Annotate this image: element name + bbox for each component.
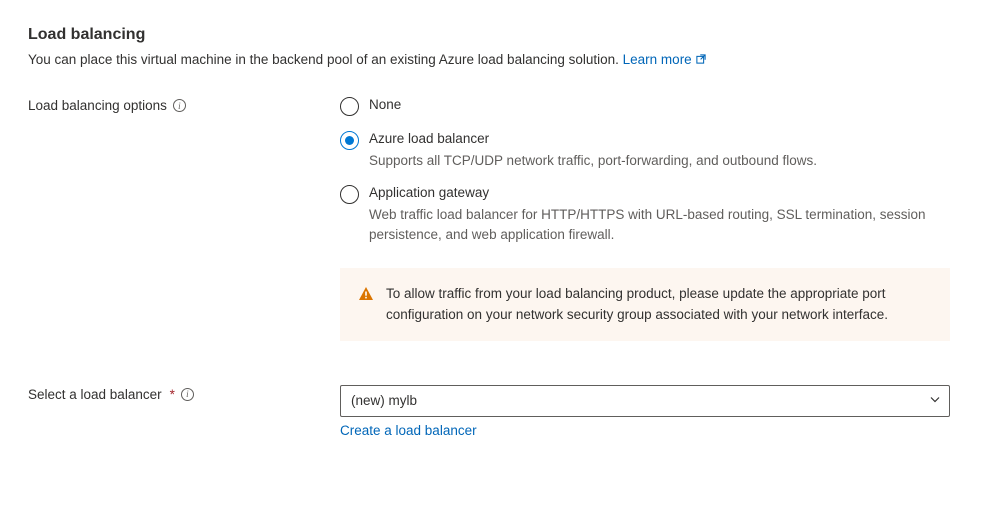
select-lb-label: Select a load balancer [28, 387, 162, 402]
create-load-balancer-link[interactable]: Create a load balancer [340, 423, 477, 438]
radio-label: None [369, 96, 950, 115]
radio-group: None Azure load balancer Supports all TC… [340, 96, 950, 244]
section-description-text: You can place this virtual machine in th… [28, 52, 619, 67]
warning-icon [358, 286, 374, 305]
learn-more-text: Learn more [623, 52, 692, 67]
options-label: Load balancing options [28, 98, 167, 113]
section-description: You can place this virtual machine in th… [28, 52, 968, 68]
radio-label: Azure load balancer [369, 130, 950, 149]
info-icon[interactable]: i [173, 99, 186, 112]
radio-circle[interactable] [340, 131, 359, 150]
radio-description: Web traffic load balancer for HTTP/HTTPS… [369, 205, 950, 244]
dropdown-value: (new) mylb [351, 393, 417, 408]
select-lb-input-col: (new) mylb Create a load balancer [340, 385, 950, 438]
options-input-col: None Azure load balancer Supports all TC… [340, 96, 950, 341]
select-load-balancer-row: Select a load balancer * i (new) mylb Cr… [28, 385, 968, 438]
load-balancing-options-row: Load balancing options i None Azure load… [28, 96, 968, 341]
radio-text: Application gateway Web traffic load bal… [369, 184, 950, 244]
radio-item-azure-lb[interactable]: Azure load balancer Supports all TCP/UDP… [340, 130, 950, 170]
radio-circle[interactable] [340, 97, 359, 116]
radio-item-app-gateway[interactable]: Application gateway Web traffic load bal… [340, 184, 950, 244]
warning-banner: To allow traffic from your load balancin… [340, 268, 950, 341]
radio-text: Azure load balancer Supports all TCP/UDP… [369, 130, 950, 170]
section-title: Load balancing [28, 26, 968, 44]
warning-message: To allow traffic from your load balancin… [386, 284, 932, 325]
radio-text: None [369, 96, 950, 115]
options-label-col: Load balancing options i [28, 96, 340, 113]
radio-circle[interactable] [340, 185, 359, 204]
info-icon[interactable]: i [181, 388, 194, 401]
learn-more-link[interactable]: Learn more [623, 52, 708, 67]
radio-label: Application gateway [369, 184, 950, 203]
load-balancer-dropdown[interactable]: (new) mylb [340, 385, 950, 417]
external-link-icon [695, 53, 707, 68]
radio-item-none[interactable]: None [340, 96, 950, 116]
chevron-down-icon [929, 393, 941, 408]
select-lb-label-col: Select a load balancer * i [28, 385, 340, 402]
required-indicator: * [170, 387, 175, 402]
radio-description: Supports all TCP/UDP network traffic, po… [369, 151, 950, 171]
